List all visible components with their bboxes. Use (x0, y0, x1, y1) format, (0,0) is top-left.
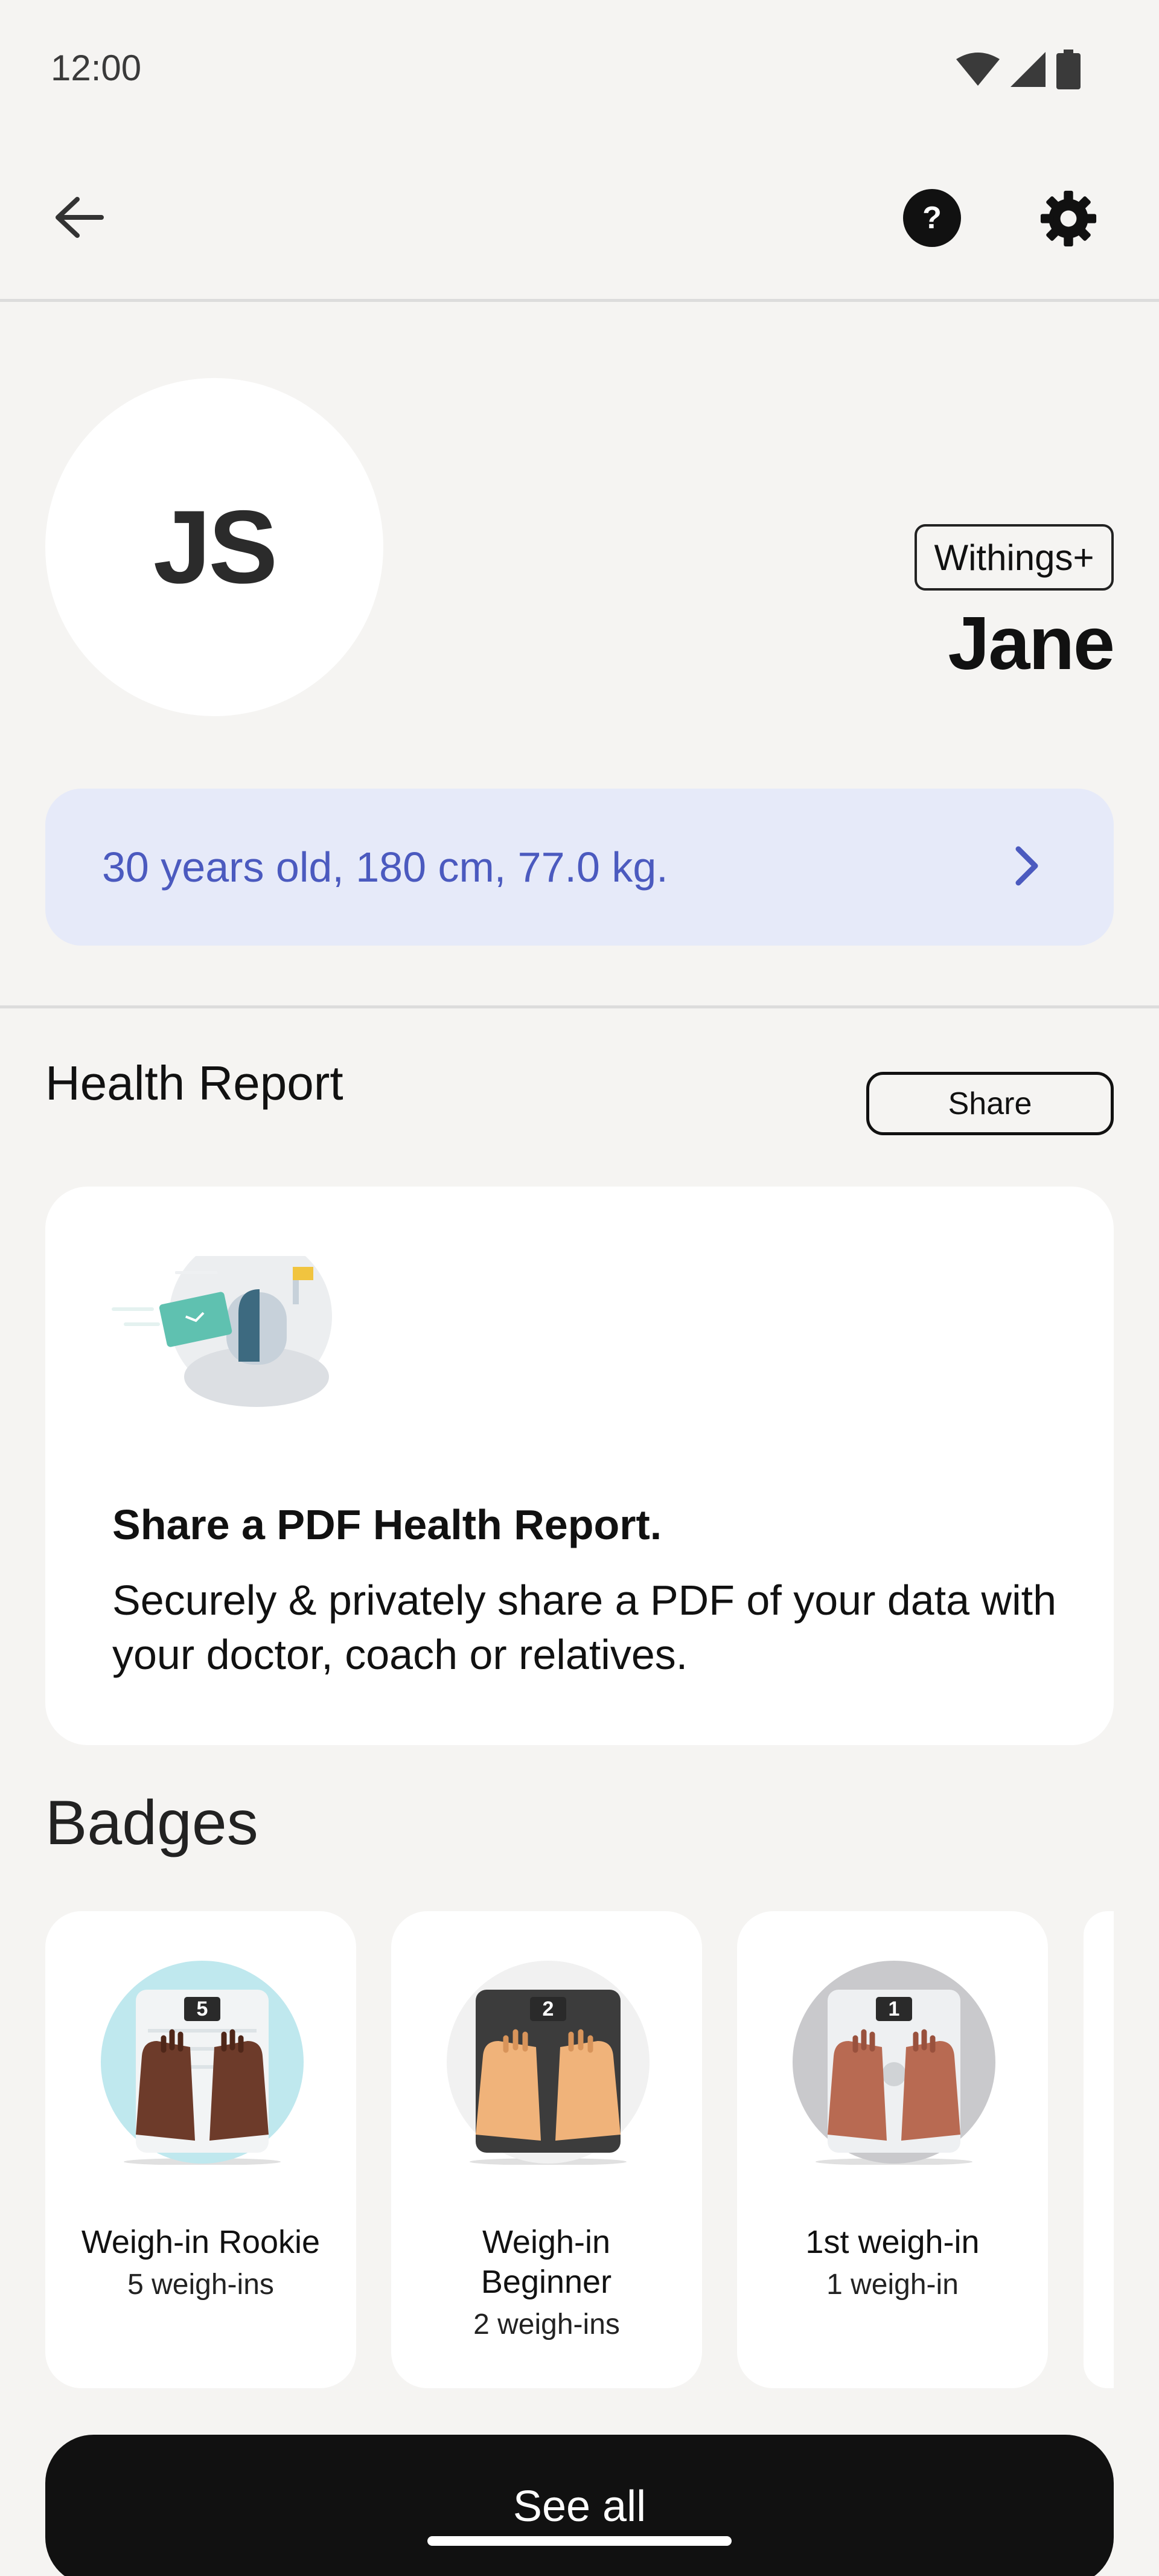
scale-feet-badge-icon: 1 (793, 1961, 995, 2165)
badge-card-weigh-in-beginner[interactable]: 2 Weigh-in Beginner 2 weigh-ins (391, 1911, 702, 2388)
profile-summary-text: 30 years old, 180 cm, 77.0 kg. (102, 844, 668, 891)
badges-title: Badges (45, 1788, 258, 1858)
health-report-card[interactable]: Share a PDF Health Report. Securely & pr… (45, 1187, 1114, 1745)
status-icons (956, 50, 1081, 89)
user-name: Jane (948, 602, 1115, 685)
avatar[interactable]: JS (45, 378, 383, 716)
badge-count: 1 weigh-in (826, 2269, 959, 2301)
chevron-right-icon (1015, 846, 1038, 886)
badge-count: 2 weigh-ins (473, 2308, 620, 2341)
svg-text:5: 5 (197, 1998, 208, 2020)
help-icon: ? (922, 200, 942, 235)
badge-name: Weigh-in Beginner (481, 2224, 612, 2300)
profile-summary-row[interactable]: 30 years old, 180 cm, 77.0 kg. (45, 789, 1114, 946)
gear-icon (1040, 190, 1097, 247)
app-bar: ? (0, 139, 1159, 302)
mailbox-illustration (112, 1256, 332, 1407)
badge-name: 1st weigh-in (805, 2224, 980, 2260)
report-card-title: Share a PDF Health Report. (112, 1501, 662, 1548)
help-button[interactable]: ? (903, 189, 961, 247)
svg-text:1: 1 (889, 1998, 900, 2020)
badge-card-partial-edge (1084, 1911, 1114, 2388)
plan-badge: Withings+ (915, 524, 1114, 591)
status-bar: 12:00 (0, 0, 1159, 139)
share-button[interactable]: Share (866, 1072, 1114, 1135)
svg-text:2: 2 (543, 1998, 554, 2020)
settings-button[interactable] (1038, 188, 1099, 249)
badge-card-weigh-in-rookie[interactable]: 5 Weigh-in Rookie 5 weigh-ins (45, 1911, 356, 2388)
badge-count: 5 weigh-ins (127, 2269, 274, 2301)
battery-icon (1056, 50, 1081, 89)
badge-name: Weigh-in Rookie (81, 2224, 321, 2260)
health-report-title: Health Report (45, 1056, 343, 1110)
badge-card-1st-weigh-in[interactable]: 1 1st weigh-in 1 weigh-in (737, 1911, 1048, 2388)
back-button[interactable] (48, 187, 109, 248)
see-all-button[interactable]: See all (45, 2435, 1114, 2576)
wifi-icon (956, 53, 1000, 86)
back-arrow-icon (56, 197, 104, 238)
section-divider (0, 1005, 1159, 1008)
signal-icon (1011, 52, 1046, 87)
home-indicator[interactable] (427, 2536, 732, 2546)
badge-card-partial[interactable] (1084, 1911, 1159, 2388)
status-time: 12:00 (51, 48, 142, 88)
report-card-description: Securely & privately share a PDF of your… (112, 1577, 1057, 1678)
scale-feet-badge-icon: 5 (101, 1961, 304, 2165)
scale-feet-badge-icon: 2 (447, 1961, 650, 2165)
